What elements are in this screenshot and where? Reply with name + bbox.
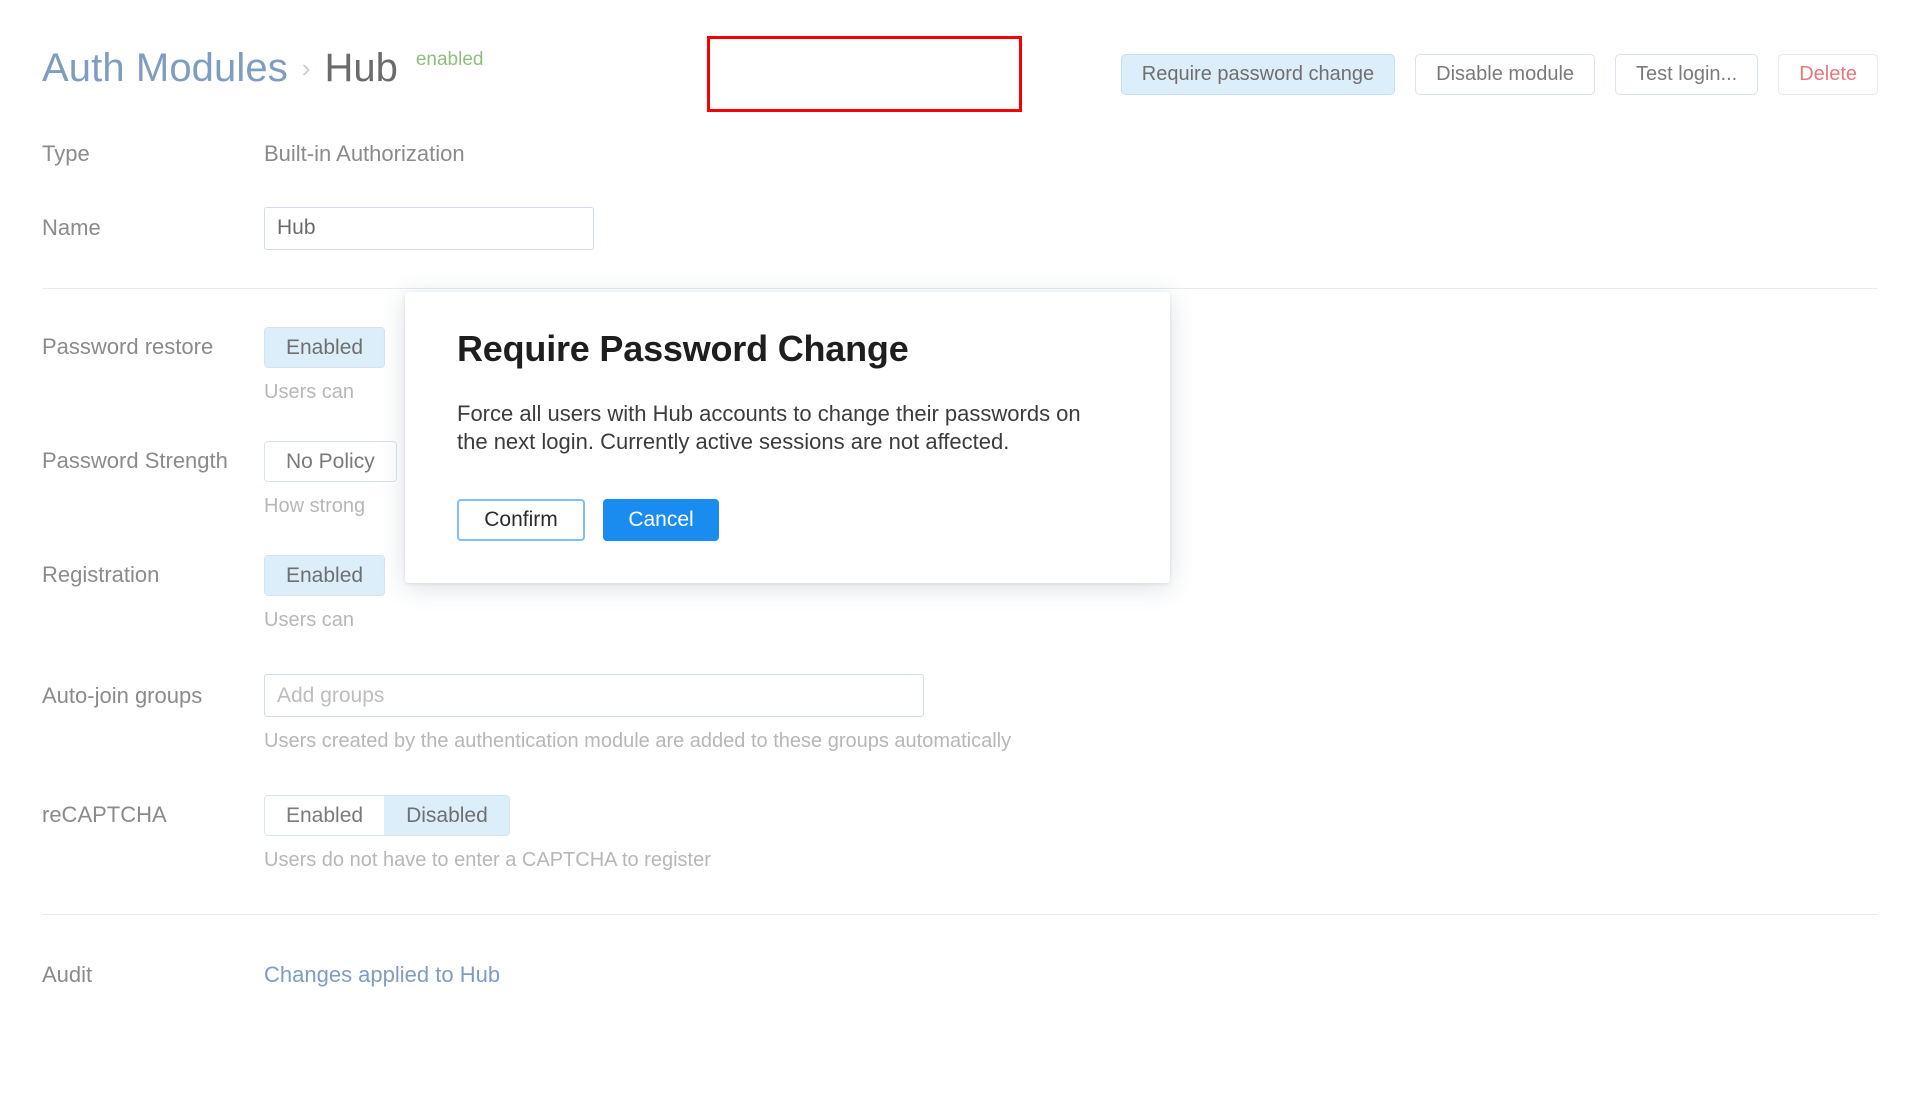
status-badge: enabled — [416, 49, 484, 71]
dialog-confirm-button[interactable]: Confirm — [457, 499, 585, 541]
row-recaptcha: reCAPTCHA Enabled Disabled Users do not … — [0, 753, 1908, 872]
registration-toggle[interactable]: Enabled — [264, 555, 385, 596]
dialog-body-text: Force all users with Hub accounts to cha… — [457, 400, 1107, 455]
password-restore-toggle[interactable]: Enabled — [264, 327, 385, 368]
registration-option-enabled[interactable]: Enabled — [265, 556, 384, 595]
require-password-change-button[interactable]: Require password change — [1121, 54, 1395, 95]
row-name: Name — [0, 188, 1908, 268]
page-title: Hub — [324, 46, 397, 91]
password-strength-toggle[interactable]: No Policy — [264, 441, 397, 482]
label-name: Name — [0, 215, 264, 241]
dialog-title: Require Password Change — [457, 328, 1118, 370]
dialog-cancel-button[interactable]: Cancel — [603, 499, 719, 541]
auto-join-groups-input[interactable] — [264, 674, 924, 717]
recaptcha-option-enabled[interactable]: Enabled — [265, 796, 385, 835]
field-audit: Changes applied to Hub — [264, 962, 1908, 988]
annotation-highlight-box — [707, 36, 1022, 112]
password-restore-option-enabled[interactable]: Enabled — [265, 328, 384, 367]
label-type: Type — [0, 141, 264, 167]
disable-module-button[interactable]: Disable module — [1415, 54, 1595, 95]
label-password-restore: Password restore — [0, 327, 264, 360]
row-type: Type Built-in Authorization — [0, 120, 1908, 188]
password-strength-option-no-policy[interactable]: No Policy — [265, 442, 396, 481]
field-type: Built-in Authorization — [264, 141, 1908, 167]
row-auto-join-groups: Auto-join groups Users created by the au… — [0, 632, 1908, 753]
hint-recaptcha: Users do not have to enter a CAPTCHA to … — [264, 849, 1908, 872]
page-header: Auth Modules › Hub enabled Require passw… — [0, 0, 1908, 120]
breadcrumb-link-auth-modules[interactable]: Auth Modules — [42, 46, 288, 91]
breadcrumb: Auth Modules › Hub enabled — [42, 46, 483, 91]
audit-log-link[interactable]: Changes applied to Hub — [264, 962, 500, 987]
label-registration: Registration — [0, 555, 264, 588]
require-password-change-dialog: Require Password Change Force all users … — [405, 292, 1170, 583]
field-recaptcha: Enabled Disabled Users do not have to en… — [264, 795, 1908, 872]
label-recaptcha: reCAPTCHA — [0, 795, 264, 828]
row-audit: Audit Changes applied to Hub — [0, 915, 1908, 988]
hint-registration: Users can — [264, 609, 1908, 632]
recaptcha-option-disabled[interactable]: Disabled — [385, 796, 509, 835]
test-login-button[interactable]: Test login... — [1615, 54, 1758, 95]
label-audit: Audit — [0, 962, 264, 988]
page-root: Auth Modules › Hub enabled Require passw… — [0, 0, 1908, 1106]
delete-button[interactable]: Delete — [1778, 54, 1878, 95]
label-auto-join-groups: Auto-join groups — [0, 674, 264, 709]
name-input[interactable] — [264, 207, 594, 250]
label-password-strength: Password Strength — [0, 441, 264, 474]
dialog-actions: Confirm Cancel — [457, 499, 1118, 541]
recaptcha-toggle[interactable]: Enabled Disabled — [264, 795, 510, 836]
header-toolbar: Require password change Disable module T… — [1121, 54, 1878, 95]
field-auto-join-groups: Users created by the authentication modu… — [264, 674, 1908, 753]
hint-auto-join-groups: Users created by the authentication modu… — [264, 730, 1908, 753]
value-type: Built-in Authorization — [264, 141, 465, 166]
field-name — [264, 207, 1908, 250]
breadcrumb-separator-icon: › — [302, 53, 311, 84]
